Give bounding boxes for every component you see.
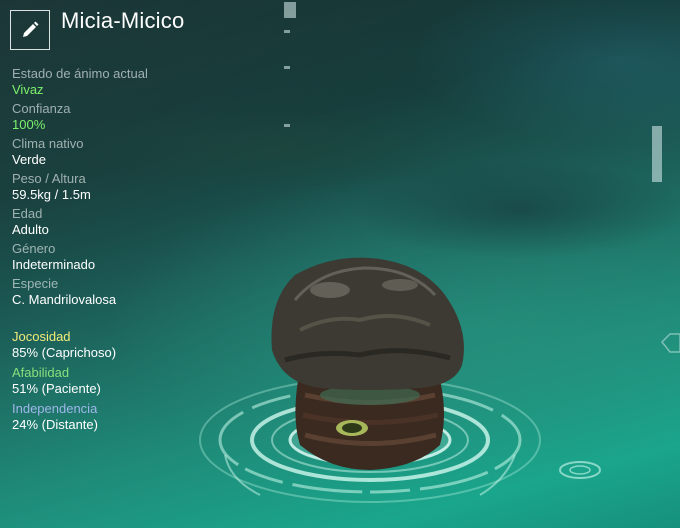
stat-value: Vivaz [12, 82, 44, 97]
stat-label: Edad [12, 206, 43, 221]
trait-label: Independencia [12, 401, 98, 416]
trait-playfulness: Jocosidad 85% (Caprichoso) [12, 329, 116, 361]
stat-label: Clima nativo [12, 136, 84, 151]
stat-value: Indeterminado [12, 257, 96, 272]
stat-label: Estado de ánimo actual [12, 66, 148, 81]
trait-label: Jocosidad [12, 329, 71, 344]
header: Micia-Micico [10, 8, 185, 50]
hexagon-icon [660, 333, 680, 353]
creature-name: Micia-Micico [61, 8, 185, 33]
stat-trust: Confianza 100% [12, 101, 212, 133]
trait-label: Afabilidad [12, 365, 70, 380]
hud-markers [284, 2, 662, 182]
stat-label: Especie [12, 276, 59, 291]
stat-value: Verde [12, 152, 46, 167]
creature-model[interactable] [271, 257, 464, 470]
stat-mood: Estado de ánimo actual Vivaz [12, 66, 212, 98]
trait-value: 24% (Distante) [12, 417, 98, 432]
stat-value: Adulto [12, 222, 49, 237]
trait-value: 51% (Paciente) [12, 381, 101, 396]
stat-label: Confianza [12, 101, 71, 116]
trait-friendliness: Afabilidad 51% (Paciente) [12, 365, 116, 397]
stat-value: 59.5kg / 1.5m [12, 187, 91, 202]
stat-gender: Género Indeterminado [12, 241, 212, 273]
creature-traits: Jocosidad 85% (Caprichoso) Afabilidad 51… [12, 329, 116, 437]
stat-value: C. Mandrilovalosa [12, 292, 117, 307]
stat-label: Género [12, 241, 56, 256]
edit-name-button[interactable] [10, 10, 50, 50]
stat-climate: Clima nativo Verde [12, 136, 212, 168]
pencil-icon [23, 21, 39, 37]
stat-age: Edad Adulto [12, 206, 212, 238]
stat-weight-height: Peso / Altura 59.5kg / 1.5m [12, 171, 212, 203]
stat-label: Peso / Altura [12, 171, 86, 186]
creature-stats: Estado de ánimo actual Vivaz Confianza 1… [12, 66, 212, 311]
trait-independence: Independencia 24% (Distante) [12, 401, 116, 433]
trait-value: 85% (Caprichoso) [12, 345, 117, 360]
stat-species: Especie C. Mandrilovalosa [12, 276, 212, 308]
stat-value: 100% [12, 117, 46, 132]
